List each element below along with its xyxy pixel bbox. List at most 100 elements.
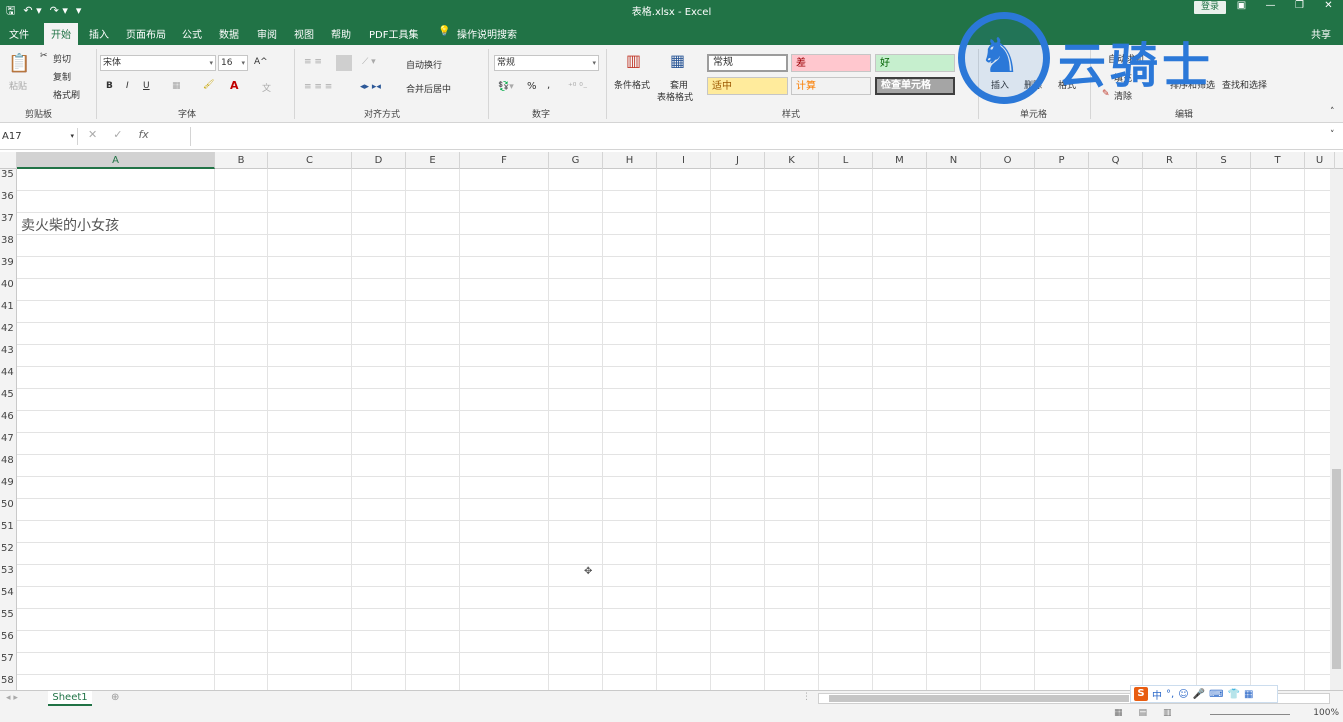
column-header-n[interactable]: N xyxy=(927,152,981,169)
row-header-56[interactable]: 56 xyxy=(0,625,17,647)
wrap-text-button[interactable]: 自动换行 xyxy=(406,58,442,71)
bold-button[interactable]: B xyxy=(106,81,113,91)
align-left-icon[interactable]: ≡ ≡ ≡ xyxy=(304,82,332,92)
cell-a37[interactable]: 卖火柴的小女孩 xyxy=(21,215,119,235)
font-color-icon[interactable]: A xyxy=(230,79,239,92)
paste-icon[interactable]: 📋 xyxy=(8,53,30,74)
fill-color-icon[interactable]: 🖌 xyxy=(203,80,214,90)
tell-me-search[interactable]: 操作说明搜索 xyxy=(457,26,517,41)
tab-view[interactable]: 视图 xyxy=(294,26,314,41)
row-header-35[interactable]: 35 xyxy=(0,163,17,185)
add-sheet-button[interactable]: ⊕ xyxy=(111,692,119,703)
page-layout-view-icon[interactable]: ▤ xyxy=(1139,708,1148,718)
row-header-40[interactable]: 40 xyxy=(0,273,17,295)
scroll-thumb[interactable] xyxy=(1332,469,1341,669)
paste-button[interactable]: 粘贴 xyxy=(9,79,27,92)
row-header-51[interactable]: 51 xyxy=(0,515,17,537)
row-header-53[interactable]: 53 xyxy=(0,559,17,581)
format-painter-button[interactable]: 格式刷 xyxy=(53,88,80,101)
conditional-format-icon[interactable]: ▥ xyxy=(626,51,641,70)
row-header-36[interactable]: 36 xyxy=(0,185,17,207)
tab-insert[interactable]: 插入 xyxy=(89,26,109,41)
row-header-43[interactable]: 43 xyxy=(0,339,17,361)
row-header-39[interactable]: 39 xyxy=(0,251,17,273)
normal-view-icon[interactable]: ▦ xyxy=(1114,708,1123,718)
row-header-55[interactable]: 55 xyxy=(0,603,17,625)
row-header-58[interactable]: 58 xyxy=(0,669,17,691)
column-header-h[interactable]: H xyxy=(603,152,657,169)
ime-skin-icon[interactable]: 👕 xyxy=(1228,689,1240,700)
split-handle-icon[interactable]: ⋮ xyxy=(802,692,811,702)
style-neutral[interactable]: 适中 xyxy=(707,77,788,95)
orientation-icon[interactable]: ⟋ ▾ xyxy=(362,57,376,67)
column-header-b[interactable]: B xyxy=(215,152,268,169)
table-format-icon[interactable]: ▦ xyxy=(670,51,685,70)
column-header-t[interactable]: T xyxy=(1251,152,1305,169)
column-header-a[interactable]: A xyxy=(17,152,215,169)
column-header-c[interactable]: C xyxy=(268,152,352,169)
font-name-select[interactable]: 宋体 ▾ xyxy=(100,55,216,71)
ime-toolbox-icon[interactable]: ▦ xyxy=(1244,689,1253,700)
scroll-thumb[interactable] xyxy=(829,695,1129,702)
row-header-42[interactable]: 42 xyxy=(0,317,17,339)
middle-align-icon[interactable] xyxy=(336,55,352,71)
tab-data[interactable]: 数据 xyxy=(219,26,239,41)
column-header-u[interactable]: U xyxy=(1305,152,1335,169)
style-calculation[interactable]: 计算 xyxy=(791,77,871,95)
column-header-i[interactable]: I xyxy=(657,152,711,169)
column-header-s[interactable]: S xyxy=(1197,152,1251,169)
ime-toolbar[interactable]: S 中 °, ☺ 🎤 ⌨ 👕 ▦ xyxy=(1130,685,1278,703)
cut-icon[interactable]: ✂ xyxy=(40,51,48,61)
row-header-49[interactable]: 49 xyxy=(0,471,17,493)
column-header-j[interactable]: J xyxy=(711,152,765,169)
row-header-46[interactable]: 46 xyxy=(0,405,17,427)
ime-punctuation-icon[interactable]: °, xyxy=(1166,689,1174,700)
column-header-m[interactable]: M xyxy=(873,152,927,169)
style-check-cell[interactable]: 检查单元格 xyxy=(875,77,955,95)
border-icon[interactable]: ▦ xyxy=(172,81,181,91)
phonetic-icon[interactable]: 文 xyxy=(262,81,271,94)
merge-center-button[interactable]: 合并后居中 xyxy=(406,82,451,95)
name-box[interactable]: A17 ▾ xyxy=(0,128,78,145)
italic-button[interactable]: I xyxy=(126,81,129,91)
column-header-d[interactable]: D xyxy=(352,152,406,169)
ime-keyboard-icon[interactable]: ⌨ xyxy=(1209,689,1223,700)
row-header-47[interactable]: 47 xyxy=(0,427,17,449)
style-good[interactable]: 好 xyxy=(875,54,955,72)
column-header-e[interactable]: E xyxy=(406,152,460,169)
row-header-48[interactable]: 48 xyxy=(0,449,17,471)
column-header-r[interactable]: R xyxy=(1143,152,1197,169)
fx-icon[interactable]: fx xyxy=(138,128,148,141)
row-header-50[interactable]: 50 xyxy=(0,493,17,515)
sheet-tab[interactable]: Sheet1 xyxy=(48,691,92,706)
ime-emoji-icon[interactable]: ☺ xyxy=(1178,689,1188,700)
page-break-view-icon[interactable]: ▥ xyxy=(1163,708,1172,718)
sheet-nav-icons[interactable]: ◂ ▸ xyxy=(6,693,18,703)
column-header-o[interactable]: O xyxy=(981,152,1035,169)
tab-formulas[interactable]: 公式 xyxy=(182,26,202,41)
accounting-icon[interactable]: 💱▾ xyxy=(498,82,514,92)
restore-icon[interactable]: ❐ xyxy=(1285,0,1314,14)
zoom-slider[interactable] xyxy=(1210,714,1290,715)
cut-button[interactable]: 剪切 xyxy=(53,52,71,65)
column-header-g[interactable]: G xyxy=(549,152,603,169)
tab-help[interactable]: 帮助 xyxy=(331,26,351,41)
zoom-level[interactable]: 100% xyxy=(1313,708,1339,718)
cell-grid[interactable]: 卖火柴的小女孩 ✥ xyxy=(17,169,1330,690)
column-header-p[interactable]: P xyxy=(1035,152,1089,169)
column-header-f[interactable]: F xyxy=(460,152,549,169)
decimal-icons[interactable]: ⁺⁰ ⁰₋ xyxy=(568,82,588,92)
copy-button[interactable]: 复制 xyxy=(53,70,71,83)
close-icon[interactable]: ✕ xyxy=(1314,0,1343,14)
style-normal[interactable]: 常规 xyxy=(707,54,788,72)
row-header-44[interactable]: 44 xyxy=(0,361,17,383)
top-align-icon[interactable]: ≡ ≡ xyxy=(304,57,322,67)
cancel-icon[interactable]: ✕ xyxy=(88,128,97,141)
column-header-k[interactable]: K xyxy=(765,152,819,169)
conditional-format-button[interactable]: 条件格式 xyxy=(614,78,650,91)
percent-button[interactable]: % xyxy=(527,81,537,92)
tab-file[interactable]: 文件 xyxy=(9,26,29,41)
row-header-37[interactable]: 37 xyxy=(0,207,17,229)
formula-input[interactable] xyxy=(190,127,1330,146)
tab-pdf-tools[interactable]: PDF工具集 xyxy=(369,26,418,41)
